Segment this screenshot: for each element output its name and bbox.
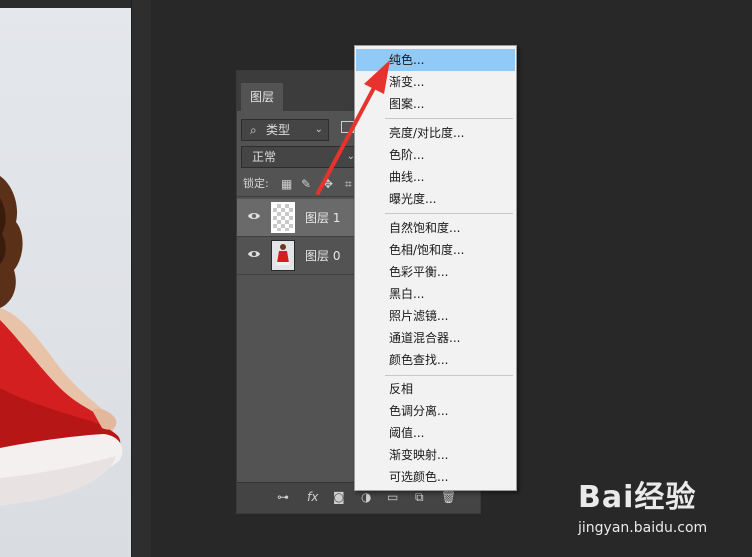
watermark-brand: Bai经验 bbox=[578, 480, 697, 515]
baidu-jingyan-watermark: Bai经验 jingyan.baidu.com bbox=[578, 468, 748, 548]
watermark-url: jingyan.baidu.com bbox=[578, 520, 708, 536]
